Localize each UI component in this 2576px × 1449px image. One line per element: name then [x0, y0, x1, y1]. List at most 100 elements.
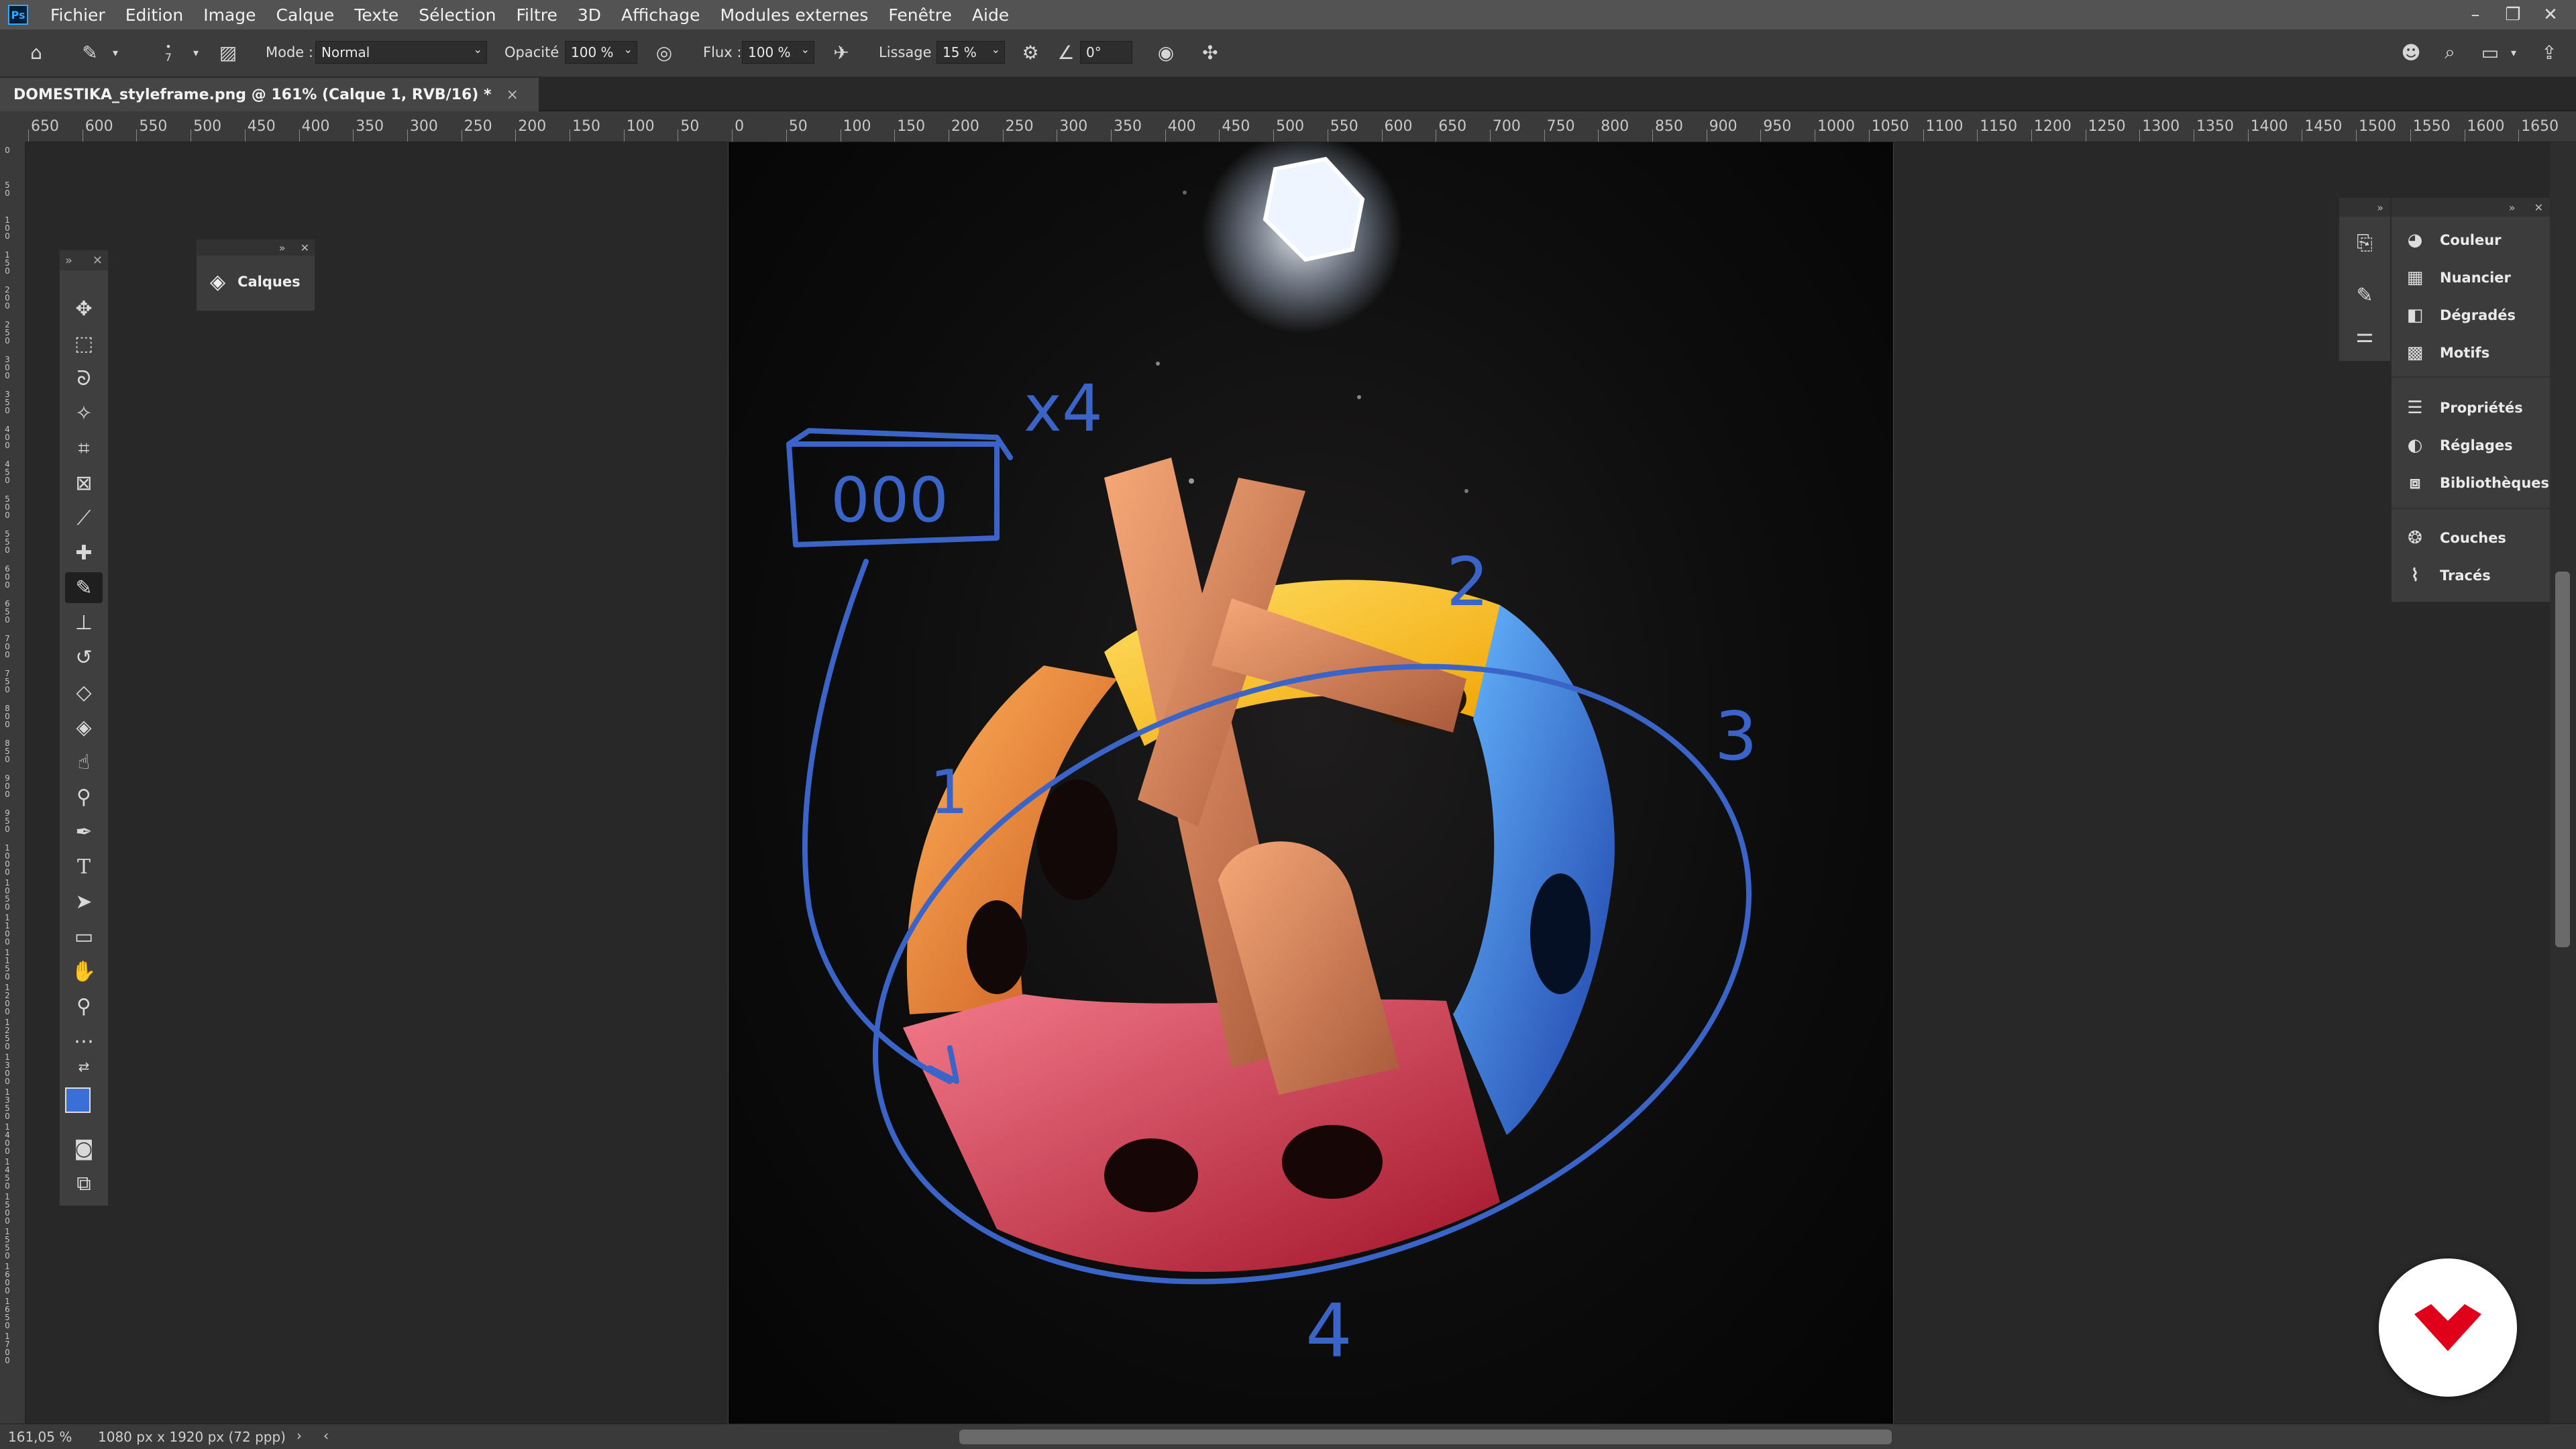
smoothing-input[interactable]: 15 % ⌄: [936, 41, 1005, 64]
smoothing-options-icon[interactable]: ⚙: [1016, 38, 1045, 67]
ruler-label: 950: [5, 808, 10, 834]
panel-degrades[interactable]: ◧ Dégradés: [2404, 305, 2516, 325]
minimize-icon[interactable]: –: [2457, 5, 2494, 25]
menu-texte[interactable]: Texte: [344, 5, 409, 25]
vertical-scroll-thumb[interactable]: [2555, 572, 2570, 947]
ruler-tick: [1652, 129, 1653, 142]
panel-proprietes[interactable]: ☰ Propriétés: [2404, 398, 2522, 418]
close-icon[interactable]: ✕: [2534, 201, 2543, 214]
horizontal-ruler: 650 600 550 500 450 400 350 300 250 200 150 100 50 0 5…: [25, 111, 2576, 142]
screen-mode-icon[interactable]: ⧉: [65, 1168, 103, 1199]
eyedropper-tool-icon[interactable]: ⟋: [65, 502, 103, 533]
learn-icon[interactable]: ☻: [2396, 38, 2426, 67]
symmetry-icon[interactable]: ✣: [1195, 38, 1225, 67]
layers-panel-button[interactable]: ◈ Calques: [197, 256, 315, 308]
menu-affichage[interactable]: Affichage: [611, 5, 710, 25]
mode-select[interactable]: Normal ⌄: [315, 41, 487, 64]
more-tools-icon[interactable]: ⋯: [65, 1026, 103, 1057]
document-canvas[interactable]: 000 x4 1 2 3 4: [728, 142, 1894, 1424]
panel-couches[interactable]: ❂ Couches: [2404, 528, 2506, 548]
close-tab-icon[interactable]: ×: [506, 87, 519, 103]
opacity-input[interactable]: 100 % ⌄: [565, 41, 637, 64]
brush-settings-icon[interactable]: ✎: [2346, 280, 2383, 311]
path-selection-tool-icon[interactable]: ➤: [65, 886, 103, 917]
marquee-tool-icon[interactable]: ⬚: [65, 328, 103, 359]
home-icon[interactable]: ⌂: [21, 38, 51, 67]
history-icon[interactable]: ⎘: [2346, 227, 2383, 258]
paint-bucket-tool-icon[interactable]: ◈: [65, 712, 103, 743]
eraser-tool-icon[interactable]: ◇: [65, 677, 103, 708]
ruler-tick: [136, 129, 138, 142]
status-menu-arrow[interactable]: ›: [297, 1428, 302, 1444]
adjustments-icon[interactable]: ⚌: [2346, 320, 2383, 351]
lasso-tool-icon[interactable]: ᘐ: [65, 363, 103, 394]
menu-aide[interactable]: Aide: [962, 5, 1019, 25]
healing-brush-tool-icon[interactable]: ✚: [65, 537, 103, 568]
dodge-tool-icon[interactable]: ⚲: [65, 782, 103, 812]
chevron-down-icon[interactable]: ▾: [188, 38, 204, 67]
menu-filtre[interactable]: Filtre: [506, 5, 568, 25]
menu-fichier[interactable]: Fichier: [40, 5, 115, 25]
crop-tool-icon[interactable]: ⌗: [65, 433, 103, 464]
search-icon[interactable]: ⌕: [2435, 38, 2465, 67]
vertical-scrollbar[interactable]: [2550, 142, 2576, 1424]
angle-input[interactable]: 0°: [1080, 41, 1132, 64]
menu-modules-externes[interactable]: Modules externes: [710, 5, 878, 25]
panel-motifs[interactable]: ▩ Motifs: [2404, 343, 2490, 363]
collapse-icon[interactable]: »: [65, 254, 72, 268]
pressure-size-icon[interactable]: ◉: [1151, 38, 1181, 67]
brush-settings-icon[interactable]: ▨: [215, 38, 241, 67]
panel-couleur[interactable]: ◕ Couleur: [2404, 230, 2502, 250]
ruler-tick: [1544, 129, 1545, 142]
move-tool-icon[interactable]: ✥: [65, 293, 103, 324]
menu-calque[interactable]: Calque: [266, 5, 345, 25]
workspace-icon[interactable]: ▭: [2475, 38, 2505, 67]
pen-tool-icon[interactable]: ✒: [65, 816, 103, 847]
history-brush-tool-icon[interactable]: ↺: [65, 642, 103, 673]
magic-wand-tool-icon[interactable]: ✧: [65, 398, 103, 429]
app-logo[interactable]: Ps: [8, 5, 28, 25]
swap-colors-icon[interactable]: ⇄: [65, 1057, 103, 1077]
panel-traces[interactable]: ⌇ Tracés: [2404, 566, 2491, 586]
close-icon[interactable]: ✕: [93, 254, 103, 268]
brush-tool-icon[interactable]: ✎: [65, 572, 103, 603]
flow-input[interactable]: 100 % ⌄: [742, 41, 814, 64]
brush-preset-icon[interactable]: ✎: [75, 38, 105, 67]
brush-size-picker[interactable]: • 7: [152, 38, 185, 67]
collapse-icon[interactable]: »: [279, 241, 286, 254]
collapse-icon[interactable]: »: [2509, 201, 2516, 214]
restore-icon[interactable]: ❐: [2494, 5, 2532, 25]
ruler-label: 250: [1005, 118, 1034, 135]
chevron-down-icon[interactable]: ▾: [2506, 38, 2521, 67]
panel-bibliotheques[interactable]: ⧈ Bibliothèques: [2404, 473, 2549, 493]
foreground-color-swatch[interactable]: [65, 1087, 91, 1113]
type-tool-icon[interactable]: T: [65, 851, 103, 882]
menu-fenetre[interactable]: Fenêtre: [878, 5, 962, 25]
opacity-label: Opacité :: [504, 44, 569, 60]
menu-image[interactable]: Image: [193, 5, 266, 25]
menu-edition[interactable]: Edition: [115, 5, 194, 25]
rectangle-tool-icon[interactable]: ▭: [65, 921, 103, 952]
share-icon[interactable]: ⇪: [2534, 38, 2564, 67]
airbrush-icon[interactable]: ✈: [826, 38, 856, 67]
quick-mask-icon[interactable]: ◙: [65, 1133, 103, 1164]
frame-tool-icon[interactable]: ⊠: [65, 468, 103, 498]
close-icon[interactable]: ✕: [301, 241, 309, 254]
close-icon[interactable]: ✕: [2532, 5, 2569, 25]
panel-nuancier[interactable]: ▦ Nuancier: [2404, 268, 2511, 288]
chevron-down-icon[interactable]: ▾: [107, 38, 123, 67]
scroll-left-arrow[interactable]: ‹: [323, 1428, 329, 1444]
stamp-tool-icon[interactable]: ⊥: [65, 607, 103, 638]
document-tab[interactable]: DOMESTIKA_styleframe.png @ 161% (Calque …: [0, 78, 539, 111]
menu-3d[interactable]: 3D: [568, 5, 611, 25]
ruler-label: 200: [951, 118, 979, 135]
zoom-level[interactable]: 161,05 %: [8, 1429, 72, 1445]
collapse-icon[interactable]: »: [2377, 201, 2383, 214]
zoom-tool-icon[interactable]: ⚲: [65, 991, 103, 1022]
smudge-tool-icon[interactable]: ☝: [65, 747, 103, 777]
pressure-opacity-icon[interactable]: ◎: [649, 38, 679, 67]
horizontal-scroll-thumb[interactable]: [959, 1430, 1892, 1444]
hand-tool-icon[interactable]: ✋: [65, 956, 103, 987]
panel-reglages[interactable]: ◐ Réglages: [2404, 435, 2513, 455]
menu-selection[interactable]: Sélection: [409, 5, 506, 25]
